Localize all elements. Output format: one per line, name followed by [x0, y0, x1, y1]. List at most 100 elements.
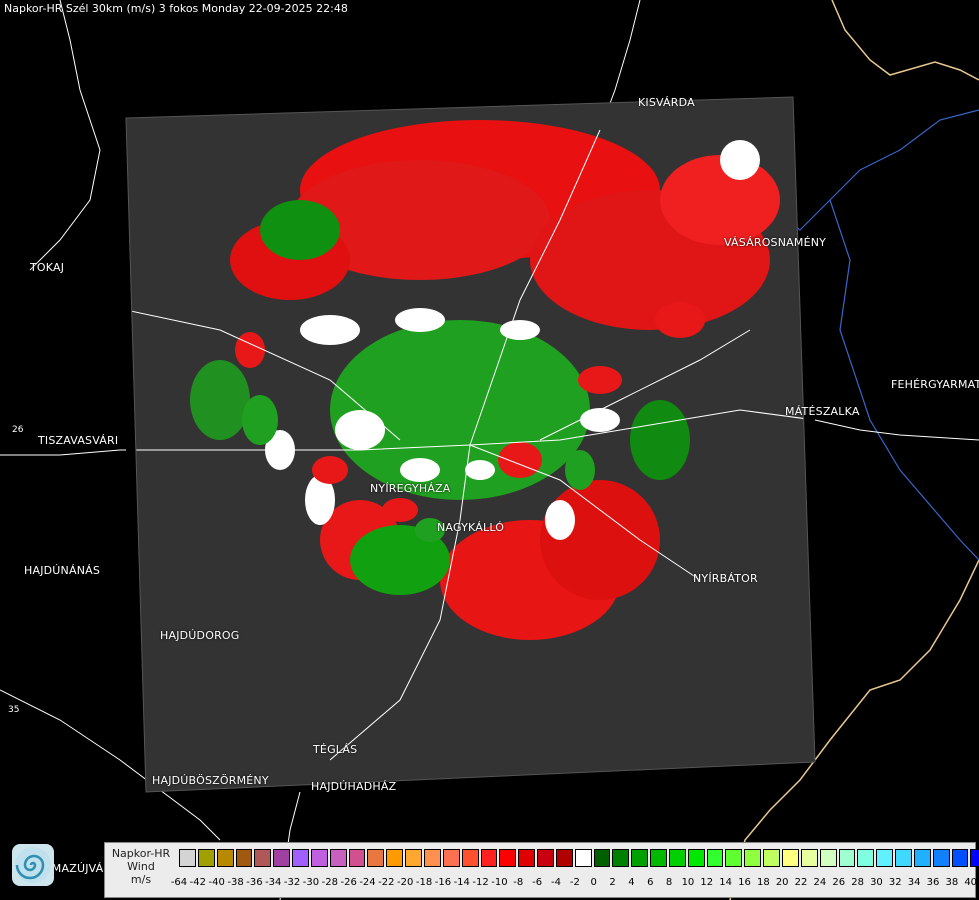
city-label: HAJDÚHADHÁZ: [311, 780, 397, 793]
legend-tick-label: 6: [647, 877, 654, 888]
legend-swatch: [499, 849, 517, 867]
legend-swatch: [913, 849, 931, 867]
legend-tick-label: -22: [378, 877, 395, 888]
legend-swatch: [310, 849, 328, 867]
legend-tick-label: -10: [491, 877, 508, 888]
legend-swatch: [216, 849, 234, 867]
legend-tick-label: -16: [434, 877, 452, 888]
legend-tick-label: 0: [590, 877, 597, 888]
legend-swatch: [763, 849, 780, 867]
legend-swatch: [367, 849, 385, 867]
legend-unit: m/s: [130, 873, 152, 886]
legend-swatch: [423, 849, 441, 867]
city-label: FEHÉRGYARMAT: [891, 378, 979, 391]
legend-tick-label: -64: [170, 877, 188, 888]
legend-tick-label: -6: [532, 877, 543, 888]
city-label: TÉGLÁS: [313, 743, 358, 756]
legend-tick-label: 20: [775, 877, 789, 888]
legend-tick-label: 8: [665, 877, 673, 888]
road-number-35: 35: [8, 705, 19, 715]
legend-tick-label: -32: [283, 877, 301, 888]
legend-swatch: [273, 849, 291, 867]
city-label: NAGYKÁLLÓ: [437, 521, 505, 534]
legend-swatch: [329, 849, 347, 867]
legend-swatch: [876, 849, 894, 867]
legend-tick-label: -20: [397, 877, 414, 888]
legend-tick-label: 2: [609, 877, 616, 888]
city-label: KISVÁRDA: [638, 96, 695, 109]
legend-tick-label: 18: [756, 877, 770, 888]
city-label: TOKAJ: [30, 261, 65, 274]
legend-swatch: [518, 849, 536, 867]
city-label: NYÍREGYHÁZA: [370, 482, 451, 495]
legend-swatch: [951, 849, 969, 867]
legend-tick-label: -18: [415, 877, 433, 888]
legend-tick-label: 16: [738, 877, 751, 888]
legend-tick-label: -40: [208, 877, 225, 888]
legend-tick-label: -36: [246, 877, 263, 888]
city-label: NYÍRBÁTOR: [693, 572, 758, 585]
legend-tick-label: -2: [569, 877, 580, 888]
legend-swatch: [819, 849, 837, 867]
legend-swatch: [800, 849, 818, 867]
legend-tick-label: -14: [453, 877, 470, 888]
legend-tick-label: 12: [700, 877, 714, 888]
legend-tick-label: 34: [907, 877, 921, 888]
color-legend: Napkor-HR Wind m/s -64 -42 -40 -38 -36 -34 -32…: [104, 842, 979, 898]
legend-swatch: [405, 849, 422, 867]
legend-swatch: [254, 849, 272, 867]
legend-swatches: [179, 849, 979, 869]
legend-swatch: [179, 849, 196, 867]
legend-swatch: [725, 849, 743, 867]
legend-tick-label: 22: [794, 877, 808, 888]
legend-product: Napkor-HR: [111, 847, 171, 860]
spiral-logo-icon: [12, 844, 54, 886]
city-label: MÁTÉSZALKA: [785, 405, 860, 418]
city-label: HAJDÚNÁNÁS: [24, 564, 101, 577]
legend-swatch: [932, 849, 950, 867]
legend-quantity: Wind: [127, 860, 155, 873]
city-label: TISZAVASVÁRI: [38, 434, 119, 447]
city-label: HAJDÚBÖSZÖRMÉNY: [152, 774, 269, 787]
legend-tick-label: 40: [964, 877, 978, 888]
radar-map: 26 35: [0, 0, 979, 900]
legend-swatch: [292, 849, 309, 867]
legend-swatch: [612, 849, 630, 867]
legend-tick-label: 26: [832, 877, 846, 888]
legend-swatch: [574, 849, 592, 867]
legend-swatch: [235, 849, 253, 867]
legend-tick-label: 10: [681, 877, 695, 888]
legend-tick-label: 28: [851, 877, 864, 888]
legend-tick-label: -12: [472, 877, 489, 888]
legend-tick-label: 4: [628, 877, 635, 888]
legend-swatch: [631, 849, 649, 867]
legend-swatch: [650, 849, 667, 867]
legend-tick-label: -38: [227, 877, 244, 888]
legend-tick-label: 32: [888, 877, 902, 888]
legend-tick-label: -4: [551, 877, 561, 888]
legend-tick-labels: -64 -42 -40 -38 -36 -34 -32 -30 -28 -26 -24 -22 -20-…: [171, 877, 978, 891]
legend-swatch: [744, 849, 762, 867]
legend-swatch: [895, 849, 912, 867]
map-title: Napkor-HR Szél 30km (m/s) 3 fokos Monday…: [4, 2, 348, 15]
legend-tick-label: -24: [359, 877, 376, 888]
legend-tick-label: -26: [340, 877, 357, 888]
legend-swatch: [442, 849, 460, 867]
legend-swatch: [348, 849, 366, 867]
legend-swatch: [461, 849, 479, 867]
legend-swatch: [593, 849, 611, 867]
legend-swatch: [838, 849, 856, 867]
legend-tick-label: -42: [189, 877, 207, 888]
legend-tick-label: 38: [945, 877, 959, 888]
legend-swatch: [970, 849, 979, 867]
legend-tick-label: 14: [719, 877, 733, 888]
city-label: VÁSÁROSNAMÉNY: [724, 236, 827, 249]
road-number-26: 26: [12, 425, 24, 435]
legend-swatch: [668, 849, 686, 867]
legend-tick-label: 30: [870, 877, 883, 888]
legend-tick-label: -8: [513, 877, 524, 888]
legend-swatch: [706, 849, 724, 867]
legend-tick-label: -28: [321, 877, 338, 888]
legend-tick-label: 24: [813, 877, 827, 888]
legend-swatch: [782, 849, 799, 867]
